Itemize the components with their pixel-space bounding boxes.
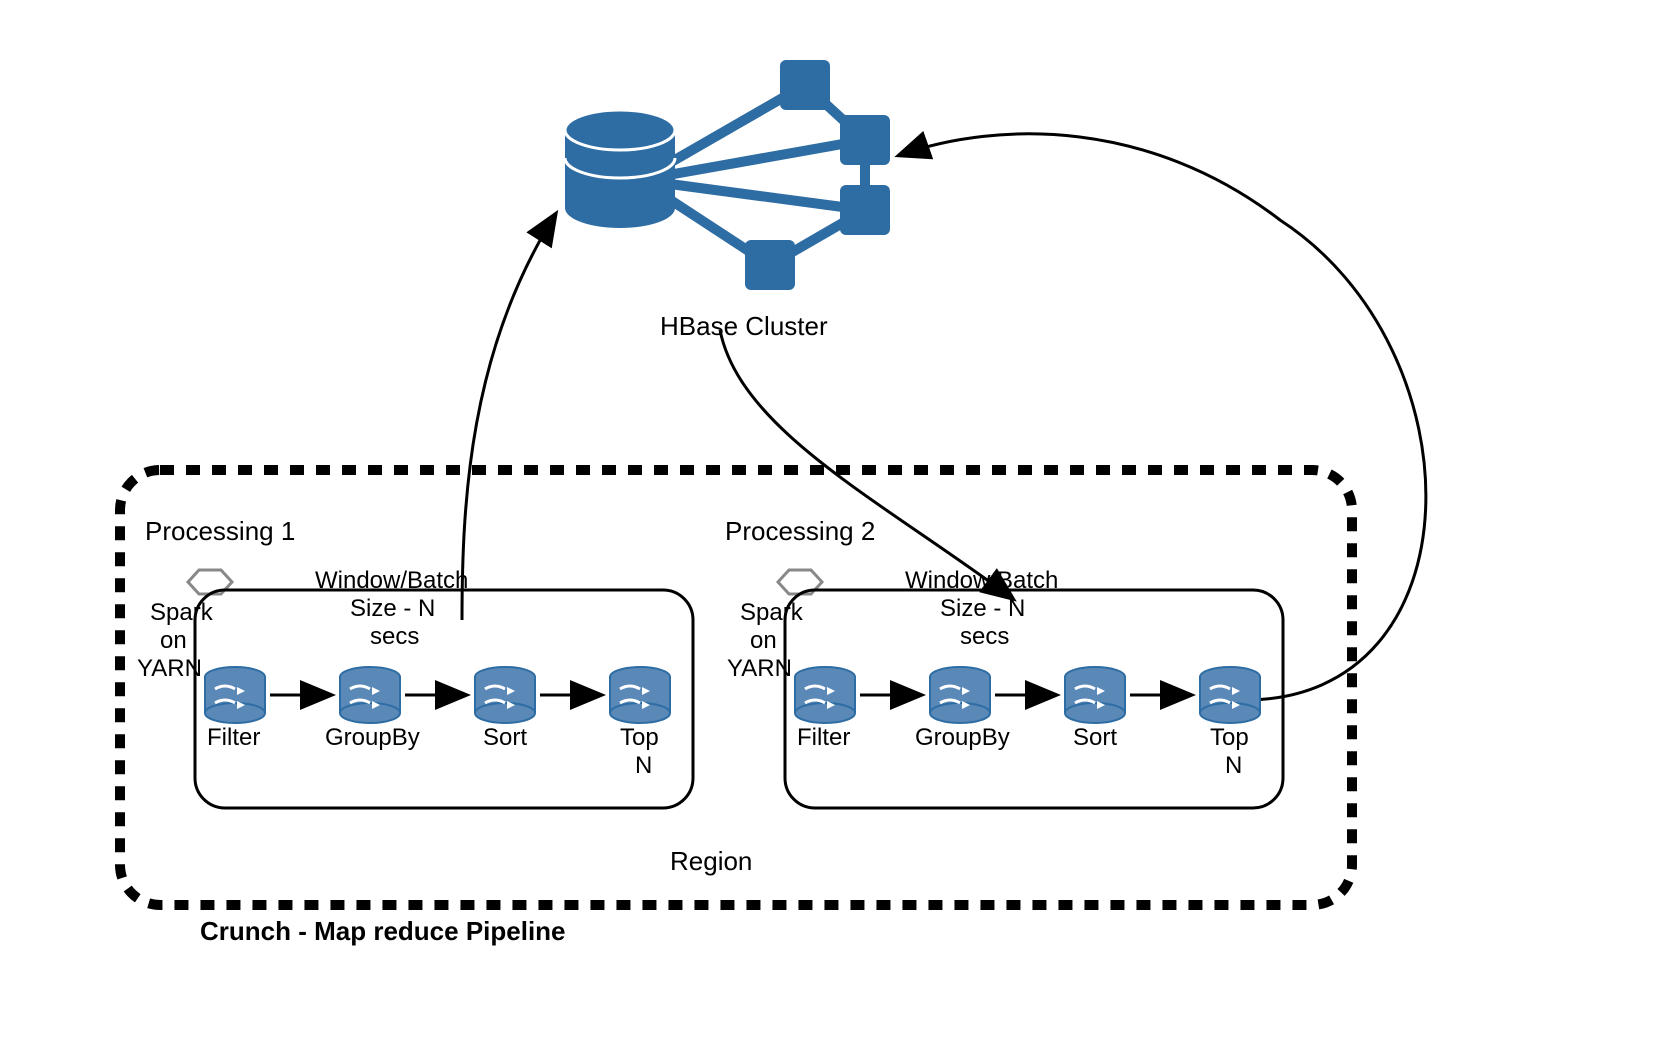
- arrow-p1-to-cluster: [462, 215, 555, 620]
- database-icon: [565, 110, 675, 228]
- arrow-cluster-to-p2: [720, 330, 1012, 598]
- region-label: Region: [670, 846, 752, 876]
- stage-groupby-label: GroupBy: [325, 724, 420, 751]
- processing-2-title: Processing 2: [725, 516, 875, 546]
- stage-topn-icon: [1200, 667, 1260, 723]
- stage-groupby-icon: [340, 667, 400, 723]
- stage-sort-icon: [475, 667, 535, 723]
- stage-filter-label: Filter: [797, 724, 850, 751]
- hbase-cluster: HBase Cluster: [565, 60, 890, 341]
- cluster-node-icon: [780, 60, 830, 110]
- stage-filter-icon: [795, 667, 855, 723]
- window-batch-label: Window/Batch Size - N secs: [905, 567, 1065, 650]
- stage-topn-label: Top N: [620, 724, 665, 779]
- stage-groupby-icon: [930, 667, 990, 723]
- stage-sort-label: Sort: [483, 724, 527, 751]
- stage-filter-label: Filter: [207, 724, 260, 751]
- spark-on-yarn-label: Spark on YARN: [727, 599, 809, 682]
- processing-1-title: Processing 1: [145, 516, 295, 546]
- stage-groupby-label: GroupBy: [915, 724, 1010, 751]
- cluster-node-icon: [745, 240, 795, 290]
- window-batch-label: Window/Batch Size - N secs: [315, 567, 475, 650]
- diagram-canvas: HBase Cluster Region Crunch - Map reduce…: [0, 0, 1678, 1050]
- processing-1: Processing 1 Spark on YARN Window/Batch …: [137, 516, 693, 808]
- crunch-pipeline-title: Crunch - Map reduce Pipeline: [200, 916, 566, 946]
- stage-sort-label: Sort: [1073, 724, 1117, 751]
- stage-topn-icon: [610, 667, 670, 723]
- spark-on-yarn-label: Spark on YARN: [137, 599, 219, 682]
- hbase-cluster-label: HBase Cluster: [660, 311, 828, 341]
- stage-filter-icon: [205, 667, 265, 723]
- stage-sort-icon: [1065, 667, 1125, 723]
- stage-topn-label: Top N: [1210, 724, 1255, 779]
- processing-2: Processing 2 Spark on YARN Window/Batch …: [725, 516, 1283, 808]
- cluster-node-icon: [840, 185, 890, 235]
- cluster-node-icon: [840, 115, 890, 165]
